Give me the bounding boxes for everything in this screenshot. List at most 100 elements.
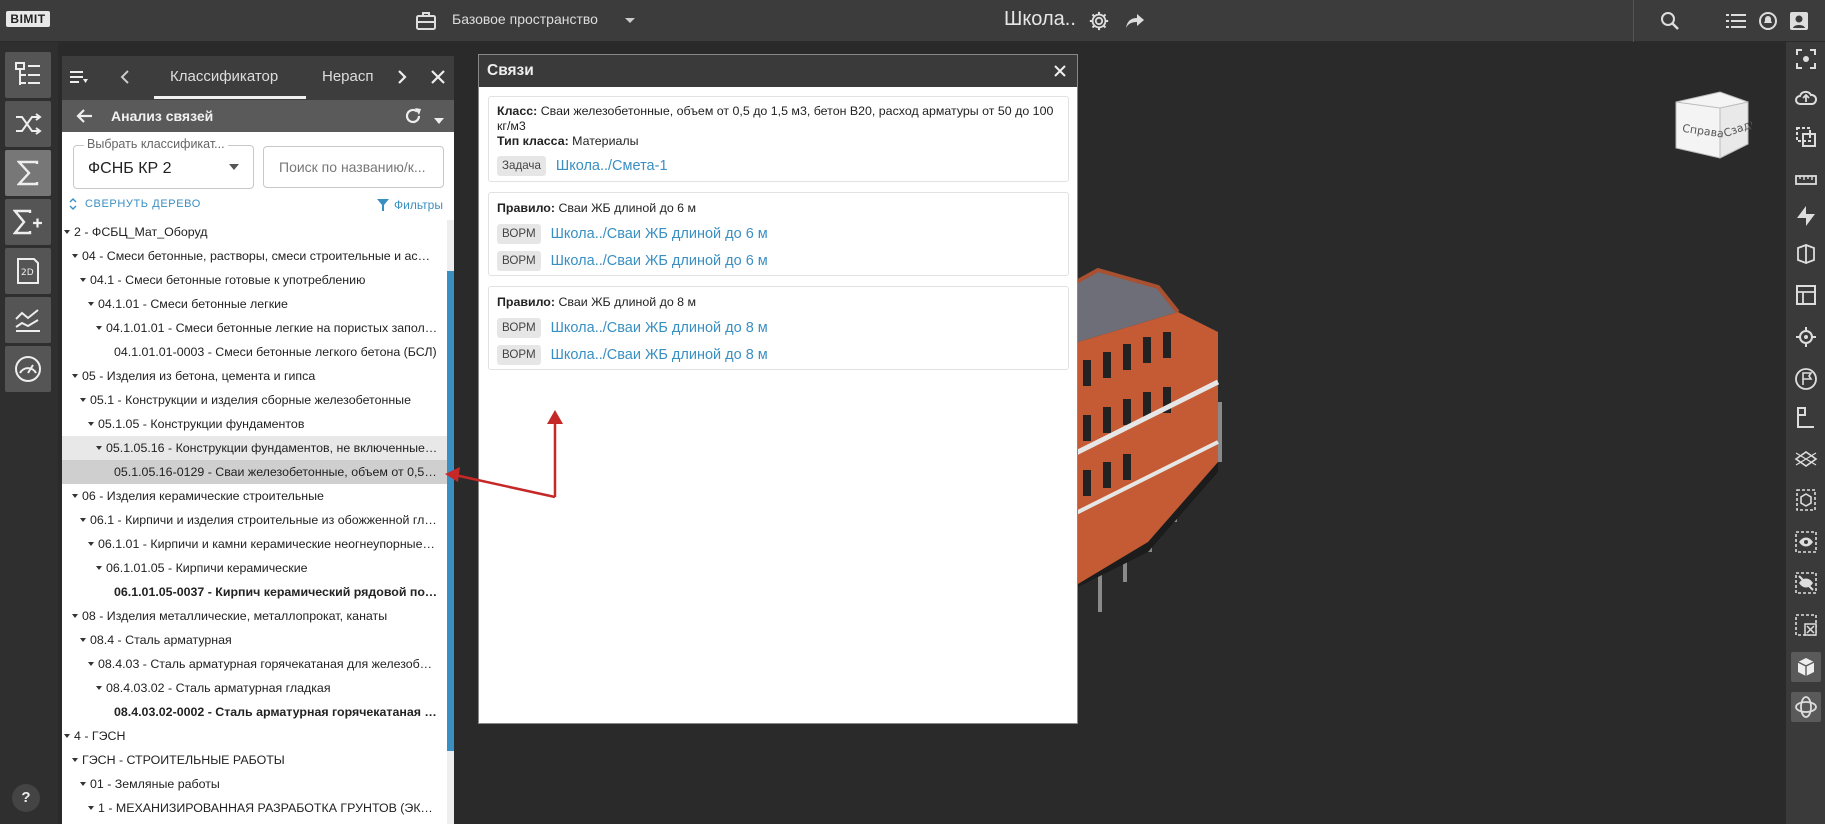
tree-toggle-icon[interactable] [72,254,78,258]
tree-node[interactable]: 08.4.03.02-0002 - Сталь арматурная горяч… [62,700,447,724]
drawing-2d-icon[interactable]: 2D [5,248,51,294]
user-icon[interactable] [1783,5,1815,37]
tree-toggle-icon[interactable] [72,494,78,498]
tree-node[interactable]: 06.1.01.05 - Кирпичи керамические [62,556,447,580]
tree-toggle-icon[interactable] [80,278,86,282]
tree-toggle-icon[interactable] [72,614,78,618]
tree-node[interactable]: 08.4.03.02 - Сталь арматурная гладкая [62,676,447,700]
focus-icon[interactable] [1791,44,1821,74]
tree-node[interactable]: 06.1.01.05-0037 - Кирпич керамический ря… [62,580,447,604]
relation-link[interactable]: Школа../Сваи ЖБ длиной до 8 м [551,320,768,336]
select-box-icon[interactable] [1791,122,1821,152]
model-tree-icon[interactable] [5,52,51,98]
tree-node[interactable]: 06.1 - Кирпичи и изделия строительные из… [62,508,447,532]
tree-node[interactable]: 08.4.03 - Сталь арматурная горячекатаная… [62,652,447,676]
tree-toggle-icon[interactable] [88,542,94,546]
tree-node[interactable]: 04.1.01 - Смеси бетонные легкие [62,292,447,316]
tree-toggle-icon[interactable] [80,638,86,642]
tree-toggle-icon[interactable] [88,302,94,306]
relation-link[interactable]: Школа../Смета-1 [556,158,668,174]
tree-toggle-icon[interactable] [80,398,86,402]
dimension-icon[interactable] [1791,402,1821,432]
hide-icon[interactable] [1791,568,1821,598]
isolate-icon[interactable] [1791,485,1821,515]
tree-node[interactable]: 1 - МЕХАНИЗИРОВАННАЯ РАЗРАБОТКА ГРУНТОВ … [62,796,447,820]
notification-icon[interactable] [1752,5,1784,37]
close-icon[interactable] [430,69,446,90]
tab-unassigned[interactable]: Нерасп [322,68,384,85]
help-button[interactable]: ? [12,784,40,812]
tree-toggle-icon[interactable] [96,446,102,450]
tree-node[interactable]: 04.1 - Смеси бетонные готовые к употребл… [62,268,447,292]
classifier-select[interactable]: Выбрать классификат... ФСНБ КР 2 [73,137,254,189]
eye-icon[interactable] [1791,527,1821,557]
tree-toggle-icon[interactable] [72,758,78,762]
tree-node[interactable]: 2 - ФСБЦ_Мат_Оборуд [62,220,447,244]
view-cube[interactable]: Справа Сзади [1672,88,1759,168]
tab-classifier[interactable]: Классификатор [170,68,278,85]
tree-node[interactable]: 05.1.05 - Конструкции фундаментов [62,412,447,436]
gear-icon[interactable] [1083,5,1115,37]
collapse-tree-button[interactable]: СВЕРНУТЬ ДЕРЕВО [69,198,201,210]
tree-scrollbar-thumb[interactable] [447,271,454,751]
search-icon[interactable] [1654,5,1686,37]
list-icon[interactable] [1720,5,1752,37]
tree-toggle-icon[interactable] [96,686,102,690]
chevron-right-icon[interactable] [396,69,408,90]
tree-toggle-icon[interactable] [88,422,94,426]
tree-toggle-icon[interactable] [88,806,94,810]
chevron-left-icon[interactable] [119,69,131,90]
back-arrow-icon[interactable] [76,108,94,129]
ruler-icon[interactable] [1791,165,1821,195]
relation-link[interactable]: Школа../Сваи ЖБ длиной до 8 м [551,347,768,363]
grid-table-icon[interactable] [1791,280,1821,310]
chevron-down-icon[interactable] [624,12,636,30]
tree-toggle-icon[interactable] [96,326,102,330]
space-selector[interactable]: Базовое пространство [452,11,598,27]
tree-node[interactable]: 04 - Смеси бетонные, растворы, смеси стр… [62,244,447,268]
target-icon[interactable] [1791,322,1821,352]
menu-icon[interactable] [70,69,88,90]
cube-view-icon[interactable] [1791,652,1821,682]
tree-node[interactable]: 08 - Изделия металлические, металлопрока… [62,604,447,628]
remove-selection-icon[interactable] [1791,610,1821,640]
dropdown-caret-icon[interactable] [433,112,445,130]
tree-node[interactable]: 4 - ГЭСН [62,724,447,748]
tree-node[interactable]: 06.1.01 - Кирпичи и камни керамические н… [62,532,447,556]
tree-toggle-icon[interactable] [80,782,86,786]
share-icon[interactable] [1119,5,1151,37]
tree-node[interactable]: 08.4 - Сталь арматурная [62,628,447,652]
orbit-icon[interactable] [1791,692,1821,722]
tree-node[interactable]: ГЭСН - СТРОИТЕЛЬНЫЕ РАБОТЫ [62,748,447,772]
chart-icon[interactable] [5,297,51,343]
app-logo[interactable]: BIMIT [6,11,50,27]
shuffle-icon[interactable] [5,101,51,147]
tree-node[interactable]: 04.1.01.01-0003 - Смеси бетонные легкого… [62,340,447,364]
section-plane-icon[interactable] [1791,200,1821,230]
close-icon[interactable] [1053,64,1067,83]
tree-toggle-icon[interactable] [64,230,70,234]
tree-node[interactable]: 05.1.05.16 - Конструкции фундаментов, не… [62,436,447,460]
filters-button[interactable]: Фильтры [377,198,443,212]
clip-box-icon[interactable] [1791,444,1821,474]
gauge-icon[interactable] [5,346,51,392]
sum-add-icon[interactable] [5,199,51,245]
tree-node[interactable]: 06 - Изделия керамические строительные [62,484,447,508]
refresh-icon[interactable] [404,107,422,130]
tree-toggle-icon[interactable] [64,734,70,738]
tree-toggle-icon[interactable] [88,662,94,666]
tree-toggle-icon[interactable] [96,566,102,570]
tree-toggle-icon[interactable] [72,374,78,378]
relation-link[interactable]: Школа../Сваи ЖБ длиной до 6 м [551,226,768,242]
tree-node[interactable]: 05.1 - Конструкции и изделия сборные жел… [62,388,447,412]
search-input[interactable] [263,146,444,188]
briefcase-icon[interactable] [410,5,442,37]
flag-icon[interactable] [1791,364,1821,394]
sum-icon[interactable] [5,150,51,196]
tree-node[interactable]: 01 - Земляные работы [62,772,447,796]
tree-toggle-icon[interactable] [80,518,86,522]
tree-node[interactable]: 05.1.05.16-0129 - Сваи железобетонные, о… [62,460,447,484]
cloud-upload-icon[interactable] [1791,82,1821,112]
relation-link[interactable]: Школа../Сваи ЖБ длиной до 6 м [551,253,768,269]
tree-node[interactable]: 05 - Изделия из бетона, цемента и гипса [62,364,447,388]
